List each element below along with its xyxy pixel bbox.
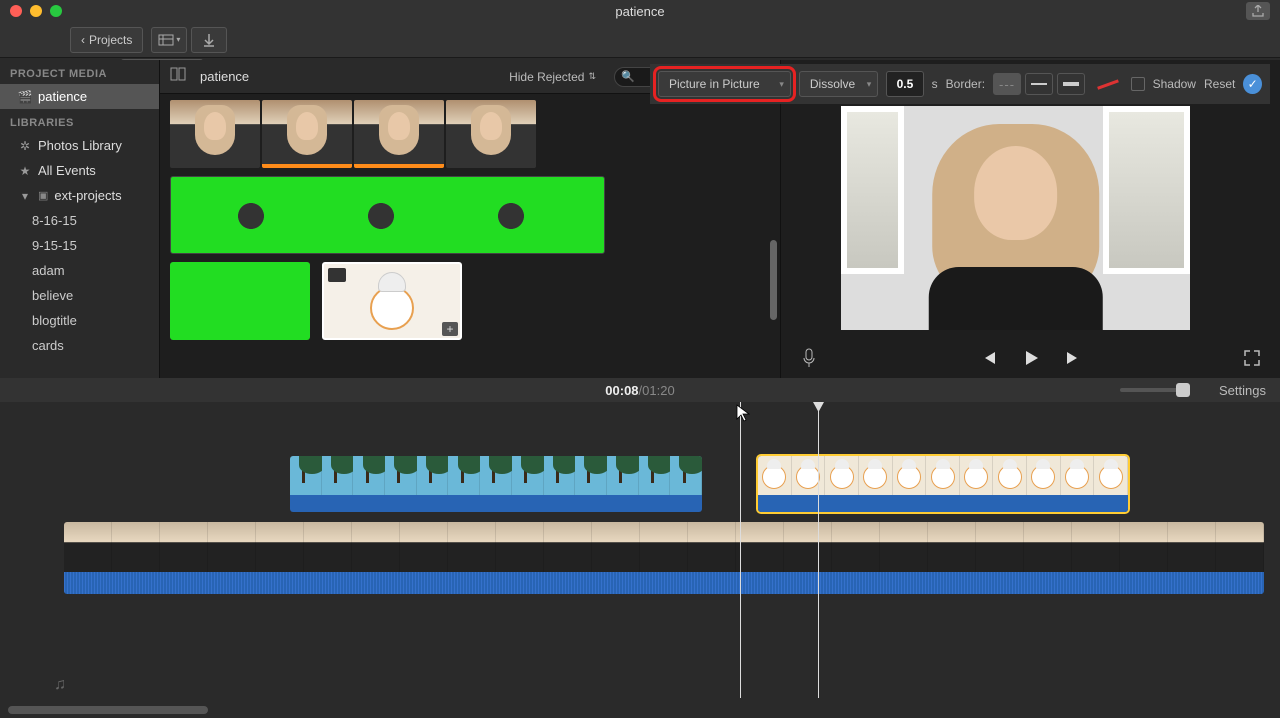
add-icon: + bbox=[442, 322, 458, 336]
sidebar-event-item[interactable]: believe bbox=[0, 283, 159, 308]
apply-check-icon[interactable]: ✓ bbox=[1243, 74, 1262, 94]
drive-icon: ▣ bbox=[38, 189, 48, 202]
sidebar-event-item[interactable]: blogtitle bbox=[0, 308, 159, 333]
playhead[interactable] bbox=[818, 402, 819, 698]
clip-row bbox=[170, 100, 770, 168]
scroll-thumb[interactable] bbox=[770, 240, 777, 320]
overlay-transition-dropdown[interactable]: Dissolve bbox=[799, 71, 878, 97]
zoom-window[interactable] bbox=[50, 5, 62, 17]
shadow-label: Shadow bbox=[1153, 77, 1196, 91]
sidebar-item-label: All Events bbox=[38, 163, 96, 178]
duration-unit-label: s bbox=[932, 77, 938, 91]
viewer-panel bbox=[780, 60, 1280, 378]
disclosure-icon: ▾ bbox=[18, 189, 32, 203]
timeline-overlay-clip-1[interactable] bbox=[290, 456, 702, 512]
sidebar-heading-project-media: PROJECT MEDIA bbox=[0, 60, 159, 84]
sidebar-item-all-events[interactable]: ★ All Events bbox=[0, 158, 159, 183]
clips-area: + bbox=[160, 94, 780, 378]
sidebar-item-ext-projects[interactable]: ▾ ▣ ext-projects bbox=[0, 183, 159, 208]
project-name-label: patience bbox=[38, 89, 87, 104]
next-frame-button[interactable] bbox=[1061, 346, 1085, 370]
clip-thumb[interactable] bbox=[446, 100, 536, 168]
gear-icon: ✲ bbox=[18, 139, 32, 153]
time-display-bar: 00:08 / 01:20 Settings bbox=[0, 378, 1280, 402]
hide-rejected-label: Hide Rejected bbox=[509, 70, 584, 84]
sidebar-project-item[interactable]: 🎬 patience bbox=[0, 84, 159, 109]
overlay-mode-value: Picture in Picture bbox=[669, 77, 760, 91]
window-title: patience bbox=[615, 4, 664, 19]
timeline-overlay-clip-2[interactable] bbox=[758, 456, 1128, 512]
clip-thumb[interactable] bbox=[354, 100, 444, 168]
projects-label: Projects bbox=[89, 33, 132, 47]
share-button[interactable] bbox=[1246, 2, 1270, 20]
minimize-window[interactable] bbox=[30, 5, 42, 17]
timeline-main-clip[interactable] bbox=[64, 522, 1264, 594]
sidebar: PROJECT MEDIA 🎬 patience LIBRARIES ✲ Pho… bbox=[0, 60, 160, 378]
sidebar-event-item[interactable]: 9-15-15 bbox=[0, 233, 159, 258]
border-thick[interactable] bbox=[1057, 73, 1085, 95]
viewer-controls bbox=[781, 346, 1280, 370]
overlay-mode-dropdown[interactable]: Picture in Picture bbox=[658, 71, 791, 97]
clip-thumb[interactable] bbox=[262, 100, 352, 168]
updown-icon: ⇅ bbox=[588, 71, 596, 82]
camera-icon bbox=[328, 268, 346, 282]
overlay-reset-button[interactable]: Reset bbox=[1204, 77, 1235, 91]
fullscreen-icon[interactable] bbox=[1240, 346, 1264, 370]
border-color-swatch[interactable] bbox=[1097, 79, 1119, 89]
playhead-head-icon[interactable] bbox=[813, 402, 824, 412]
clip-greenscreen[interactable] bbox=[170, 176, 605, 254]
timeline-scrollbar[interactable] bbox=[8, 706, 208, 714]
close-window[interactable] bbox=[10, 5, 22, 17]
overlay-options-bar: Picture in Picture Dissolve 0.5 s Border… bbox=[650, 64, 1270, 104]
shadow-checkbox[interactable] bbox=[1131, 77, 1144, 91]
music-track-icon: ♫ bbox=[54, 676, 66, 694]
border-label: Border: bbox=[946, 77, 985, 91]
window-controls bbox=[0, 5, 62, 17]
skimmer-line bbox=[740, 402, 741, 698]
cursor-arrow-icon bbox=[736, 404, 750, 422]
mic-icon[interactable] bbox=[797, 346, 821, 370]
clip-greenscreen-small[interactable] bbox=[170, 262, 310, 340]
time-duration: 01:20 bbox=[642, 383, 675, 398]
overlay-duration-value: 0.5 bbox=[897, 77, 914, 91]
sidebar-event-item[interactable]: adam bbox=[0, 258, 159, 283]
settings-button[interactable]: Settings bbox=[1219, 383, 1266, 398]
sidebar-event-item[interactable]: 8-16-15 bbox=[0, 208, 159, 233]
clip-thumb[interactable] bbox=[170, 100, 260, 168]
time-current: 00:08 bbox=[605, 383, 638, 398]
sidebar-event-item[interactable]: cards bbox=[0, 333, 159, 358]
timeline[interactable]: ♫ bbox=[0, 402, 1280, 718]
sidebar-item-photos[interactable]: ✲ Photos Library bbox=[0, 133, 159, 158]
star-icon: ★ bbox=[18, 164, 32, 178]
filmstrip-icon: 🎬 bbox=[18, 90, 32, 104]
clip-bb8[interactable]: + bbox=[322, 262, 462, 340]
browser-project-name: patience bbox=[200, 69, 249, 84]
projects-back-button[interactable]: ‹ Projects bbox=[70, 27, 143, 53]
search-icon: 🔍 bbox=[621, 70, 635, 83]
border-thin[interactable] bbox=[1025, 73, 1053, 95]
media-import-button[interactable]: ▾ bbox=[151, 27, 187, 53]
project-toolbar: ‹ Projects ▾ bbox=[0, 22, 1280, 58]
play-button[interactable] bbox=[1019, 346, 1043, 370]
border-width-options: --- bbox=[993, 73, 1085, 95]
sidebar-heading-libraries: LIBRARIES bbox=[0, 109, 159, 133]
hide-rejected-dropdown[interactable]: Hide Rejected ⇅ bbox=[509, 70, 596, 84]
border-none[interactable]: --- bbox=[993, 73, 1021, 95]
preview-canvas[interactable] bbox=[841, 106, 1190, 330]
media-browser: patience Hide Rejected ⇅ 🔍 bbox=[160, 60, 780, 378]
overlay-transition-value: Dissolve bbox=[810, 77, 855, 91]
zoom-slider[interactable] bbox=[1120, 388, 1190, 392]
prev-frame-button[interactable] bbox=[977, 346, 1001, 370]
list-view-icon[interactable] bbox=[170, 67, 190, 87]
overlay-duration-box[interactable]: 0.5 bbox=[886, 71, 923, 97]
main-area: PROJECT MEDIA 🎬 patience LIBRARIES ✲ Pho… bbox=[0, 60, 1280, 378]
chevron-left-icon: ‹ bbox=[81, 33, 85, 47]
sidebar-item-label: Photos Library bbox=[38, 138, 122, 153]
import-download-button[interactable] bbox=[191, 27, 227, 53]
sidebar-item-label: ext-projects bbox=[54, 188, 121, 203]
zoom-knob[interactable] bbox=[1176, 383, 1190, 397]
titlebar: patience bbox=[0, 0, 1280, 22]
